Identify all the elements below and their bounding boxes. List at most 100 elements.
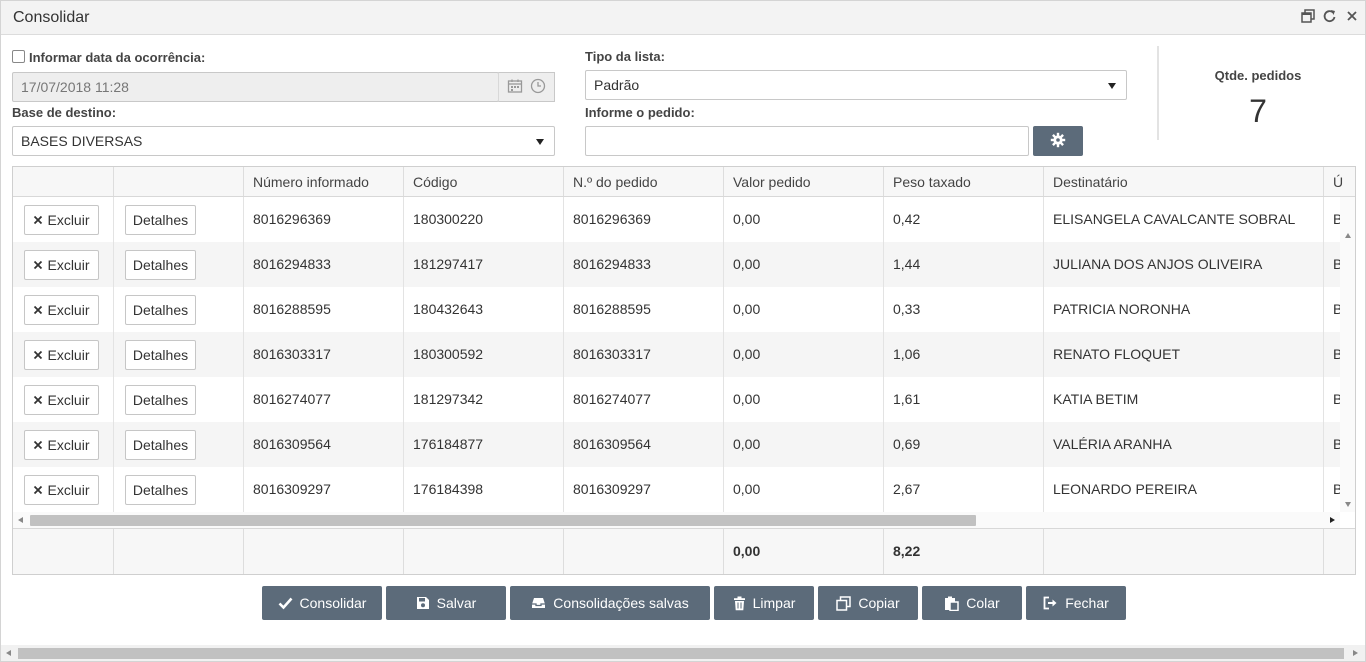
cell-excluir: Excluir <box>13 422 114 467</box>
column-header-numero-pedido[interactable]: N.º do pedido <box>564 167 724 196</box>
informar-data-checkbox[interactable] <box>12 50 25 63</box>
detalhes-button[interactable]: Detalhes <box>125 295 196 325</box>
restore-icon[interactable] <box>1301 8 1315 24</box>
cell-ultimo: B <box>1324 422 1340 467</box>
cell-destinatario: PATRICIA NORONHA <box>1044 287 1324 332</box>
page-horizontal-scrollbar[interactable] <box>1 645 1365 661</box>
grid-footer-totals: 0,00 8,22 <box>13 528 1355 574</box>
cell-detalhes: Detalhes <box>114 422 244 467</box>
excluir-button[interactable]: Excluir <box>24 205 99 235</box>
cell-ultimo: B <box>1324 287 1340 332</box>
column-header-valor-pedido[interactable]: Valor pedido <box>724 167 884 196</box>
excluir-button[interactable]: Excluir <box>24 385 99 415</box>
inbox-icon <box>531 596 546 610</box>
consolidar-label: Consolidar <box>299 595 367 611</box>
detalhes-button[interactable]: Detalhes <box>125 250 196 280</box>
footer-cell <box>1044 529 1324 574</box>
grid-body: Excluir Detalhes 8016296369 180300220 801629… <box>13 197 1340 512</box>
cell-peso-taxado: 0,69 <box>884 422 1044 467</box>
cell-numero-pedido: 8016288595 <box>564 287 724 332</box>
column-header-numero-informado[interactable]: Número informado <box>244 167 404 196</box>
cell-valor-pedido: 0,00 <box>724 422 884 467</box>
grid-vertical-scrollbar[interactable] <box>1340 197 1355 512</box>
excluir-button[interactable]: Excluir <box>24 475 99 505</box>
base-destino-label: Base de destino: <box>12 105 117 120</box>
close-icon <box>33 215 43 225</box>
table-row[interactable]: Excluir Detalhes 8016274077 181297342 801627… <box>13 377 1340 422</box>
page-scroll-thumb[interactable] <box>18 648 1344 659</box>
cell-valor-pedido: 0,00 <box>724 332 884 377</box>
salvar-button[interactable]: Salvar <box>386 586 506 620</box>
consolidar-window: Consolidar Informar data da ocorrência: … <box>0 0 1366 662</box>
detalhes-button[interactable]: Detalhes <box>125 205 196 235</box>
consolidar-button[interactable]: Consolidar <box>262 586 382 620</box>
copiar-button[interactable]: Copiar <box>818 586 918 620</box>
cell-excluir: Excluir <box>13 377 114 422</box>
table-row[interactable]: Excluir Detalhes 8016309297 176184398 801630… <box>13 467 1340 512</box>
sign-out-icon <box>1043 596 1058 610</box>
cell-excluir: Excluir <box>13 332 114 377</box>
column-header-codigo[interactable]: Código <box>404 167 564 196</box>
informar-data-label: Informar data da ocorrência: <box>29 50 206 65</box>
table-row[interactable]: Excluir Detalhes 8016309564 176184877 801630… <box>13 422 1340 467</box>
data-ocorrencia-input[interactable]: 17/07/2018 11:28 <box>12 72 499 102</box>
cell-detalhes: Detalhes <box>114 467 244 512</box>
check-icon <box>278 596 293 610</box>
column-header-excluir <box>13 167 114 196</box>
calendar-icon[interactable] <box>507 78 523 97</box>
footer-cell <box>114 529 244 574</box>
chevron-down-icon <box>1108 83 1116 89</box>
detalhes-button[interactable]: Detalhes <box>125 340 196 370</box>
column-header-destinatario[interactable]: Destinatário <box>1044 167 1324 196</box>
grid-scroll-thumb[interactable] <box>30 515 976 526</box>
excluir-button[interactable]: Excluir <box>24 430 99 460</box>
informe-pedido-input[interactable] <box>585 126 1029 156</box>
tipo-lista-select[interactable]: Padrão <box>585 70 1127 100</box>
cell-numero-informado: 8016288595 <box>244 287 404 332</box>
table-row[interactable]: Excluir Detalhes 8016303317 180300592 801630… <box>13 332 1340 377</box>
footer-cell <box>13 529 114 574</box>
tipo-lista-label: Tipo da lista: <box>585 49 665 64</box>
excluir-button[interactable]: Excluir <box>24 340 99 370</box>
column-header-ultimo[interactable]: Ú <box>1324 167 1355 196</box>
cell-codigo: 176184398 <box>404 467 564 512</box>
refresh-icon[interactable] <box>1323 8 1337 24</box>
copy-icon <box>836 595 852 611</box>
cell-valor-pedido: 0,00 <box>724 242 884 287</box>
colar-button[interactable]: Colar <box>922 586 1022 620</box>
window-controls <box>1301 8 1359 24</box>
copiar-label: Copiar <box>858 595 900 611</box>
close-icon <box>33 260 43 270</box>
detalhes-button[interactable]: Detalhes <box>125 385 196 415</box>
cell-peso-taxado: 0,42 <box>884 197 1044 242</box>
close-icon[interactable] <box>1345 8 1359 24</box>
excluir-button[interactable]: Excluir <box>24 295 99 325</box>
cell-ultimo: B <box>1324 467 1340 512</box>
footer-cell <box>244 529 404 574</box>
column-header-peso-taxado[interactable]: Peso taxado <box>884 167 1044 196</box>
cell-valor-pedido: 0,00 <box>724 467 884 512</box>
cell-peso-taxado: 1,44 <box>884 242 1044 287</box>
clock-icon[interactable] <box>530 78 546 97</box>
total-peso-taxado: 8,22 <box>884 529 1044 574</box>
cell-numero-pedido: 8016296369 <box>564 197 724 242</box>
table-row[interactable]: Excluir Detalhes 8016296369 180300220 801629… <box>13 197 1340 242</box>
pedido-settings-button[interactable] <box>1033 126 1083 156</box>
excluir-label: Excluir <box>47 481 90 498</box>
base-destino-select[interactable]: BASES DIVERSAS <box>12 126 555 156</box>
table-row[interactable]: Excluir Detalhes 8016288595 180432643 801628… <box>13 287 1340 332</box>
cell-numero-informado: 8016309297 <box>244 467 404 512</box>
cell-excluir: Excluir <box>13 197 114 242</box>
limpar-button[interactable]: Limpar <box>714 586 814 620</box>
fechar-button[interactable]: Fechar <box>1026 586 1126 620</box>
excluir-button[interactable]: Excluir <box>24 250 99 280</box>
informe-pedido-label: Informe o pedido: <box>585 105 695 120</box>
chevron-down-icon <box>536 139 544 145</box>
excluir-label: Excluir <box>47 346 90 363</box>
table-row[interactable]: Excluir Detalhes 8016294833 181297417 801629… <box>13 242 1340 287</box>
grid-horizontal-scrollbar[interactable] <box>13 512 1340 528</box>
consolidacoes-salvas-button[interactable]: Consolidações salvas <box>510 586 710 620</box>
detalhes-button[interactable]: Detalhes <box>125 475 196 505</box>
cell-ultimo: B <box>1324 332 1340 377</box>
detalhes-button[interactable]: Detalhes <box>125 430 196 460</box>
